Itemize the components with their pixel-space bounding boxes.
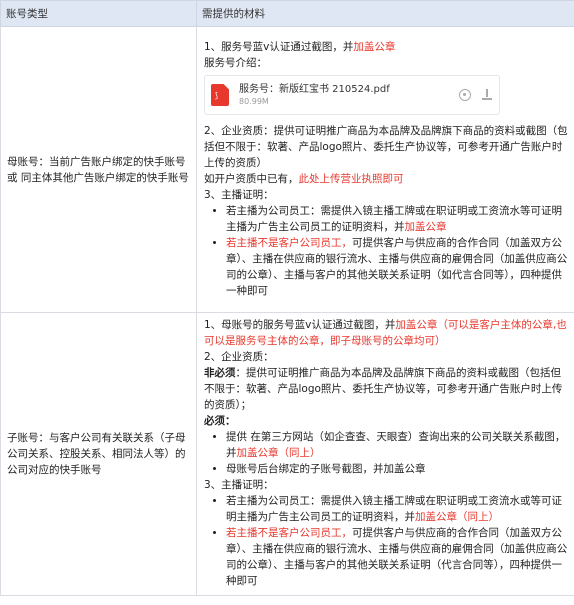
table-row: 子账号：与客户公司有关联关系（子母公司关系、控股关系、相同法人等）的公司对应的快… xyxy=(0,312,574,596)
row1-materials: 1、服务号蓝v认证通过截图，并加盖公章 服务号介绍： ⟆ 服务号：新版红宝书 2… xyxy=(196,26,574,313)
header-materials: 需提供的材料 xyxy=(196,0,574,27)
row2-item3: 3、主播证明： xyxy=(204,479,274,491)
list-item: 若主播不是客户公司员工，可提供客户与供应商的合作合同（加盖双方公章）、主播在供应… xyxy=(226,525,568,589)
download-icon[interactable] xyxy=(481,88,493,101)
row2-account-type: 子账号：与客户公司有关联关系（子母公司关系、控股关系、相同法人等）的公司对应的快… xyxy=(0,312,197,596)
pdf-attachment[interactable]: ⟆ 服务号：新版红宝书 210524.pdf 80.99M xyxy=(204,74,500,115)
pdf-icon: ⟆ xyxy=(211,83,229,106)
list-item: 若主播为公司员工：需提供入镜主播工牌或在职证明或工资流水等可证明主播为广告主公司… xyxy=(226,203,568,235)
row2-required-label: 必须： xyxy=(204,415,236,427)
row1-item1: 1、服务号蓝v认证通过截图，并加盖公章 xyxy=(204,40,396,53)
row2-optional: 非必须：提供可证明推广商品为本品牌及品牌旗下商品的资料或截图（包括但不限于：软著… xyxy=(204,367,563,411)
row1-intro: 服务号介绍： xyxy=(204,56,267,69)
list-item: 提供 在第三方网站（如企查查、天眼查）查询出来的公司关联关系截图，并加盖公章（同… xyxy=(226,429,568,461)
row1-item3: 3、主播证明： xyxy=(204,188,274,201)
row2-item1: 1、母账号的服务号蓝v认证通过截图，并加盖公章（可以是客户主体的公章,也可以是服… xyxy=(204,319,567,347)
row1-anchor-list: 若主播为公司员工：需提供入镜主播工牌或在职证明或工资流水等可证明主播为广告主公司… xyxy=(204,203,568,299)
row1-item2: 2、企业资质：提供可证明推广商品为本品牌及品牌旗下商品的资料或截图（包括但不限于… xyxy=(204,124,568,169)
row1-account-type: 母账号：当前广告账户绑定的快手账号或 同主体其他广告账户绑定的快手账号 xyxy=(0,26,197,313)
materials-table: 账号类型 需提供的材料 母账号：当前广告账户绑定的快手账号或 同主体其他广告账户… xyxy=(0,0,574,596)
list-item: 若主播为公司员工：需提供入镜主播工牌或在职证明或工资流水或等可证明主播为广告主公… xyxy=(226,493,568,525)
row2-anchor-list: 若主播为公司员工：需提供入镜主播工牌或在职证明或工资流水或等可证明主播为广告主公… xyxy=(204,493,568,589)
file-size: 80.99M xyxy=(239,96,269,106)
row2-item2: 2、企业资质： xyxy=(204,351,274,363)
file-name: 服务号：新版红宝书 210524.pdf xyxy=(239,83,390,95)
table-row: 母账号：当前广告账户绑定的快手账号或 同主体其他广告账户绑定的快手账号 1、服务… xyxy=(0,26,574,313)
list-item: 母账号后台绑定的子账号截图，并加盖公章 xyxy=(226,461,568,477)
list-item: 若主播不是客户公司员工，可提供客户与供应商的合作合同（加盖双方公章）、主播在供应… xyxy=(226,235,568,299)
header-account-type: 账号类型 xyxy=(0,0,197,27)
row2-required-list: 提供 在第三方网站（如企查查、天眼查）查询出来的公司关联关系截图，并加盖公章（同… xyxy=(204,429,568,477)
row1-item2-note: 如开户资质中已有，此处上传营业执照即可 xyxy=(204,172,404,185)
row2-materials: 1、母账号的服务号蓝v认证通过截图，并加盖公章（可以是客户主体的公章,也可以是服… xyxy=(196,312,574,596)
preview-icon[interactable] xyxy=(459,88,471,101)
table-header-row: 账号类型 需提供的材料 xyxy=(0,0,574,27)
